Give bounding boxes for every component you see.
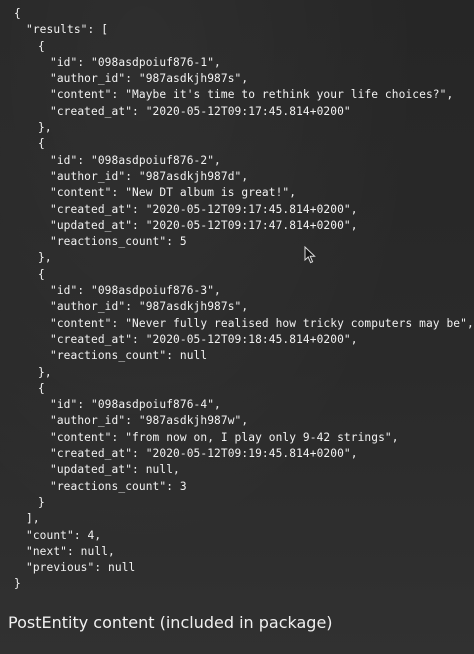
code-line: "id": "098asdpoiuf876-2", <box>50 153 221 167</box>
code-line: "id": "098asdpoiuf876-1", <box>50 55 221 69</box>
code-line: "updated_at": "2020-05-12T09:17:47.814+0… <box>50 218 358 232</box>
code-line: "author_id": "987asdkjh987d", <box>50 169 249 183</box>
code-line: "results": [ <box>26 23 109 37</box>
code-line: "id": "098asdpoiuf876-3", <box>50 284 221 298</box>
code-line: "reactions_count": 5 <box>50 235 187 249</box>
code-line: }, <box>38 365 52 379</box>
code-line: } <box>38 495 45 509</box>
code-line: }, <box>38 251 52 265</box>
code-line: { <box>38 381 45 395</box>
code-line: "author_id": "987asdkjh987s", <box>50 300 249 314</box>
code-line: { <box>38 137 45 151</box>
code-line: "updated_at": null, <box>50 463 180 477</box>
code-line: } <box>14 577 21 591</box>
json-code-block: { "results": [ { "id": "098asdpoiuf876-1", "… <box>0 6 474 593</box>
caption-text: PostEntity content (included in package) <box>8 613 333 632</box>
code-line: "author_id": "987asdkjh987w", <box>50 414 249 428</box>
screen: { "results": [ { "id": "098asdpoiuf876-1", "… <box>0 0 474 654</box>
code-line: "reactions_count": 3 <box>50 479 187 493</box>
code-line: "content": "Maybe it's time to rethink y… <box>50 88 454 102</box>
mouse-pointer-icon <box>304 246 316 264</box>
code-line: "author_id": "987asdkjh987s", <box>50 72 249 86</box>
code-line: { <box>38 39 45 53</box>
code-line: "id": "098asdpoiuf876-4", <box>50 398 221 412</box>
code-line: "count": 4, <box>26 528 102 542</box>
code-line: { <box>14 7 21 20</box>
code-line: "reactions_count": null <box>50 349 208 363</box>
code-line: ], <box>26 512 40 526</box>
code-line: { <box>38 267 45 281</box>
code-line: "next": null, <box>26 544 115 558</box>
code-line: "created_at": "2020-05-12T09:17:45.814+0… <box>50 104 351 118</box>
code-line: "content": "Never fully realised how tri… <box>50 316 474 330</box>
code-line: "created_at": "2020-05-12T09:18:45.814+0… <box>50 332 358 346</box>
code-line: "content": "New DT album is great!", <box>50 186 297 200</box>
code-line: "created_at": "2020-05-12T09:17:45.814+0… <box>50 202 358 216</box>
code-line: "created_at": "2020-05-12T09:19:45.814+0… <box>50 447 358 461</box>
code-line: "content": "from now on, I play only 9-4… <box>50 430 399 444</box>
code-line: }, <box>38 121 52 135</box>
code-line: "previous": null <box>26 561 136 575</box>
